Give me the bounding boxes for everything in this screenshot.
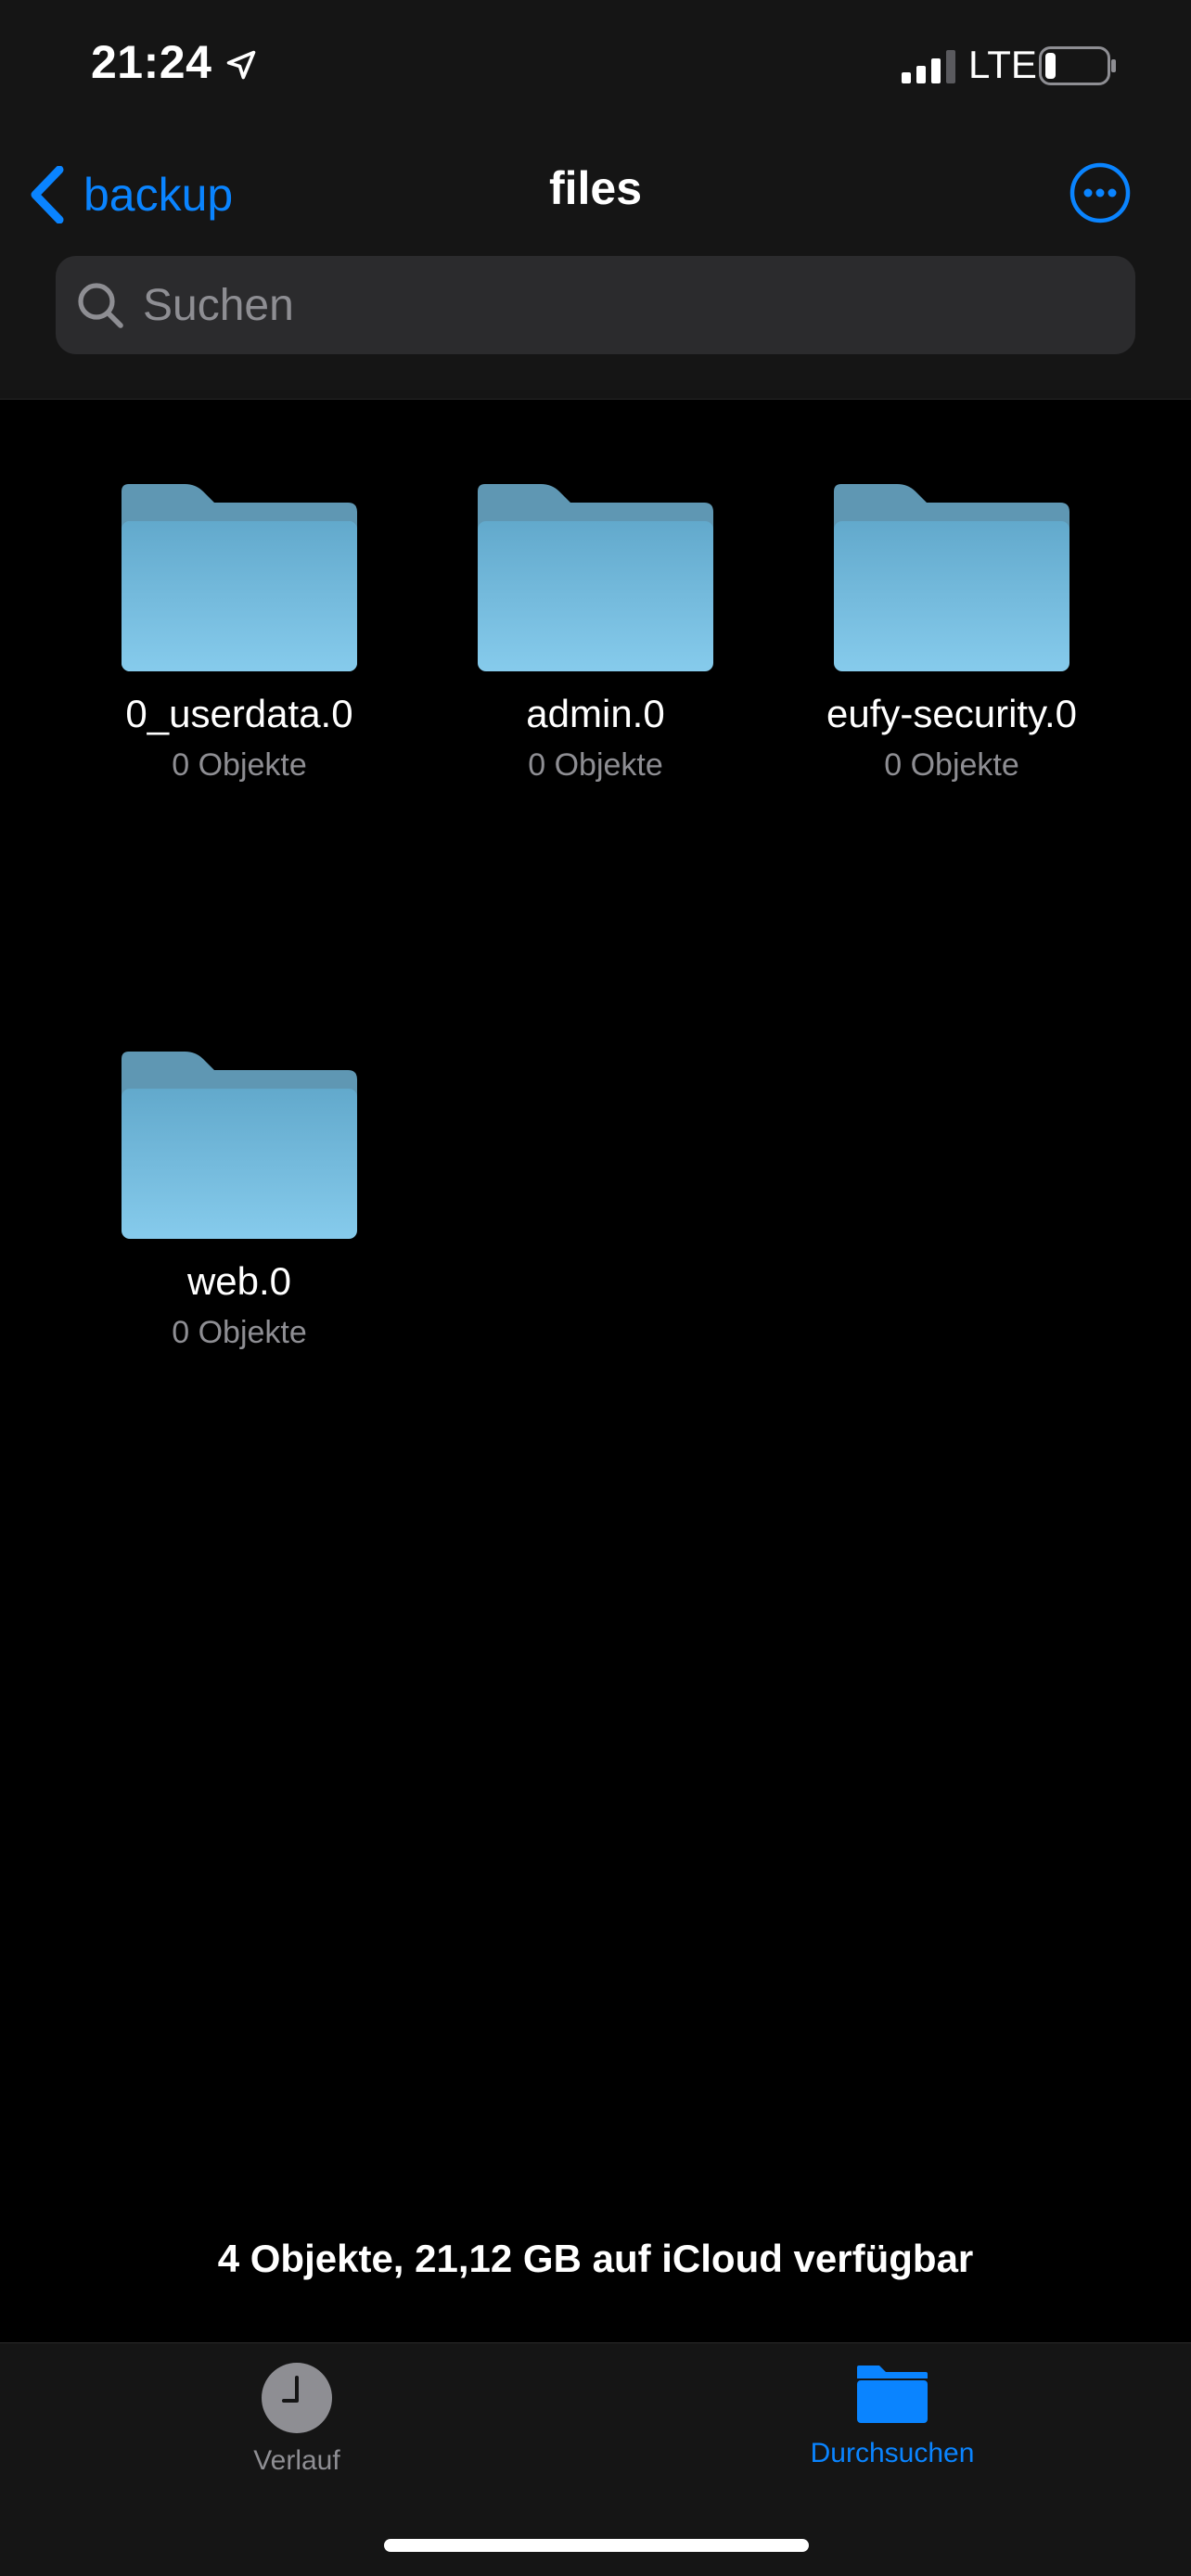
status-time: 21:24 — [91, 36, 212, 88]
search-bar[interactable] — [56, 256, 1135, 354]
search-input[interactable] — [141, 278, 1072, 332]
folder-icon — [122, 1052, 357, 1239]
folder-name: web.0 — [186, 1259, 292, 1303]
tab-recents-label: Verlauf — [253, 2445, 340, 2476]
location-arrow-icon — [226, 50, 256, 80]
folder-item[interactable]: 0_userdata.0 0 Objekte — [61, 484, 417, 784]
page-title: files — [548, 162, 643, 214]
folder-item-count: 0 Objekte — [172, 747, 307, 783]
clock-icon — [262, 2363, 332, 2433]
folder-icon — [122, 484, 357, 671]
folder-item[interactable]: web.0 0 Objekte — [61, 1052, 417, 1351]
folder-item[interactable]: admin.0 0 Objekte — [417, 484, 774, 784]
tab-browse[interactable]: Durchsuchen — [735, 2362, 1050, 2469]
folder-icon — [478, 484, 713, 671]
network-type: LTE — [968, 43, 1037, 86]
battery-icon — [1039, 46, 1116, 85]
tab-recents[interactable]: Verlauf — [139, 2362, 455, 2477]
search-icon — [78, 283, 123, 328]
folder-name: 0_userdata.0 — [125, 692, 353, 735]
folder-item-count: 0 Objekte — [528, 747, 663, 783]
header-area: 21:24 LTE backup files — [0, 0, 1191, 400]
more-options-icon[interactable] — [1069, 161, 1132, 224]
folder-item-count: 0 Objekte — [884, 747, 1019, 783]
storage-summary: 4 Objekte, 21,12 GB auf iCloud verfügbar — [217, 2237, 974, 2280]
folder-item[interactable]: eufy-security.0 0 Objekte — [774, 484, 1130, 784]
home-indicator[interactable] — [384, 2539, 809, 2552]
folder-name: admin.0 — [526, 692, 665, 735]
tab-browse-label: Durchsuchen — [810, 2438, 975, 2468]
folder-icon — [834, 484, 1069, 671]
files-screen: 21:24 LTE backup files Suchen 0_userdata… — [0, 0, 1191, 2576]
folder-item-count: 0 Objekte — [172, 1315, 307, 1350]
cellular-signal-icon — [902, 50, 955, 83]
folder-icon — [857, 2366, 928, 2423]
folder-name: eufy-security.0 — [826, 692, 1077, 735]
